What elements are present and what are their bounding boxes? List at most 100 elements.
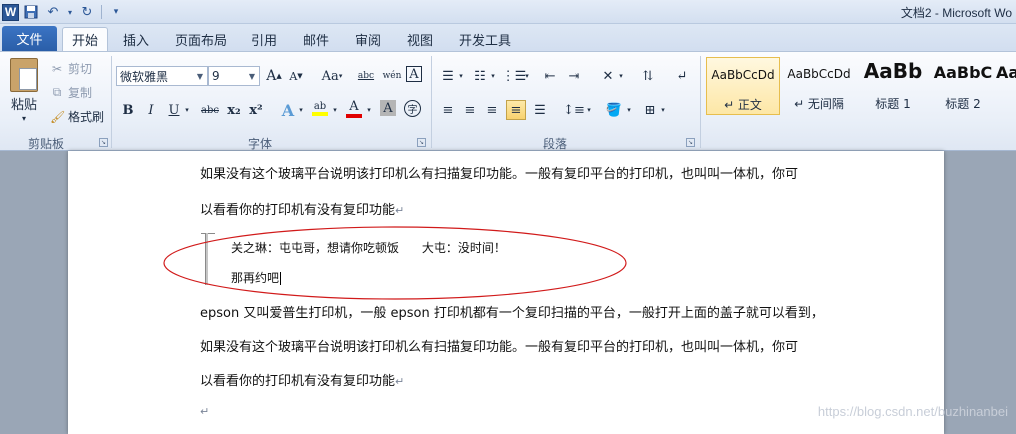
align-right-icon[interactable]: ≡ bbox=[482, 100, 502, 120]
font-group-label: 字体 bbox=[247, 137, 272, 151]
cut-button[interactable]: ✂ 剪切 bbox=[50, 60, 92, 77]
subscript-button[interactable]: x₂ bbox=[224, 100, 244, 120]
change-case-label: Aa bbox=[321, 68, 339, 84]
line-text: 如果没有这个玻璃平台说明该打印机么有扫描复印功能。一般有复印平台的打印机，也叫叫… bbox=[200, 167, 799, 182]
borders-dropdown-icon[interactable]: ▾ bbox=[658, 100, 668, 120]
tab-home[interactable]: 开始 bbox=[62, 27, 108, 51]
tab-review[interactable]: 审阅 bbox=[350, 27, 386, 51]
style-name: ↵ 无间隔 bbox=[794, 97, 844, 111]
copy-button[interactable]: ⧉ 复制 bbox=[50, 84, 92, 101]
font-name-combo[interactable]: 微软雅黑 ▼ bbox=[116, 66, 208, 86]
line-text: 如果没有这个玻璃平台说明该打印机么有扫描复印功能。一般有复印平台的打印机，也叫叫… bbox=[200, 340, 799, 355]
undo-icon[interactable]: ↶ bbox=[43, 3, 63, 21]
paragraph-line[interactable]: 如果没有这个玻璃平台说明该打印机么有扫描复印功能。一般有复印平台的打印机，也叫叫… bbox=[200, 336, 798, 355]
align-center-icon[interactable]: ≡ bbox=[460, 100, 480, 120]
strikethrough-button[interactable]: abc bbox=[198, 100, 222, 120]
phonetic-guide-button[interactable]: wén bbox=[382, 66, 402, 86]
paragraph-line[interactable]: 如果没有这个玻璃平台说明该打印机么有扫描复印功能。一般有复印平台的打印机，也叫叫… bbox=[200, 163, 798, 182]
style-heading-2[interactable]: AaBbC 标题 2 bbox=[926, 57, 1000, 115]
paragraph-group-label: 段落 bbox=[542, 137, 567, 151]
distributed-icon[interactable]: ☰ bbox=[530, 100, 550, 120]
superscript-label: x² bbox=[249, 102, 263, 118]
font-launcher-icon[interactable]: ↘ bbox=[417, 138, 426, 147]
tab-page-layout[interactable]: 页面布局 bbox=[170, 27, 232, 51]
paste-dropdown-icon[interactable]: ▾ bbox=[18, 112, 30, 124]
save-icon[interactable] bbox=[21, 3, 41, 21]
borders-icon[interactable]: ⊞ bbox=[640, 100, 660, 120]
phonetic-guide-label: wén bbox=[382, 71, 402, 81]
tab-view[interactable]: 视图 bbox=[402, 27, 438, 51]
redo-icon[interactable]: ↻ bbox=[77, 3, 97, 21]
enclose-characters-button[interactable]: 字 bbox=[404, 100, 421, 117]
font-size-combo[interactable]: 9 ▼ bbox=[208, 66, 260, 86]
font-color-bar bbox=[346, 113, 362, 118]
group-separator bbox=[431, 56, 432, 148]
style-sample: AaBbC bbox=[933, 63, 993, 82]
italic-button[interactable]: I bbox=[141, 100, 161, 120]
clipboard-launcher-icon[interactable]: ↘ bbox=[99, 138, 108, 147]
brush-icon: 🖌 bbox=[50, 109, 66, 124]
style-no-spacing[interactable]: AaBbCcDd ↵ 无间隔 bbox=[782, 57, 856, 115]
paragraph-line[interactable]: 以看看你的打印机有没有复印功能↵ bbox=[200, 370, 404, 389]
style-normal[interactable]: AaBbCcDd ↵ 正文 bbox=[706, 57, 780, 115]
qat-dropdown-icon[interactable]: ▾ bbox=[65, 3, 75, 21]
change-case-button[interactable]: Aa ▾ bbox=[318, 66, 346, 86]
annotation-ellipse bbox=[163, 226, 627, 300]
qat-separator bbox=[101, 5, 102, 19]
tab-file[interactable]: 文件 bbox=[2, 26, 57, 51]
character-border-button[interactable]: A bbox=[406, 66, 422, 82]
underline-dropdown-icon[interactable]: ▾ bbox=[182, 100, 192, 120]
superscript-button[interactable]: x² bbox=[246, 100, 266, 120]
chinese-layout-icon[interactable]: ✕ bbox=[598, 66, 618, 86]
line-spacing-icon[interactable]: ↕≡ bbox=[563, 100, 585, 120]
tab-developer[interactable]: 开发工具 bbox=[452, 27, 518, 51]
multilevel-list-dropdown-icon[interactable]: ▾ bbox=[522, 66, 532, 86]
word-logo-icon[interactable]: W bbox=[2, 3, 19, 21]
chevron-down-icon[interactable]: ▼ bbox=[194, 68, 206, 84]
paragraph-line[interactable]: epson 又叫爱普生打印机，一般 epson 打印机都有一个复印扫描的平台，一… bbox=[200, 302, 824, 321]
style-heading-1[interactable]: AaBb 标题 1 bbox=[856, 57, 930, 115]
clear-format-button[interactable]: abc bbox=[356, 66, 376, 86]
font-color-button[interactable]: A bbox=[344, 98, 364, 118]
chinese-layout-dropdown-icon[interactable]: ▾ bbox=[616, 66, 626, 86]
align-left-icon[interactable]: ≡ bbox=[438, 100, 458, 120]
tab-insert[interactable]: 插入 bbox=[116, 27, 156, 51]
bold-button[interactable]: B bbox=[118, 100, 138, 120]
shading-dropdown-icon[interactable]: ▾ bbox=[624, 100, 634, 120]
window-title: 文档2 - Microsoft Wo bbox=[900, 6, 1012, 20]
multilevel-list-icon[interactable]: ⋮☰ bbox=[502, 66, 527, 86]
tab-mailings[interactable]: 邮件 bbox=[298, 27, 334, 51]
underline-button[interactable]: U bbox=[164, 100, 184, 120]
highlight-dropdown-icon[interactable]: ▾ bbox=[330, 100, 340, 120]
highlight-button[interactable]: ab bbox=[310, 98, 330, 118]
tab-references[interactable]: 引用 bbox=[246, 27, 282, 51]
paragraph-line[interactable]: 以看看你的打印机有没有复印功能↵ bbox=[200, 199, 404, 218]
styles-gallery: AaBbCcDd ↵ 正文 AaBbCcDd ↵ 无间隔 AaBb 标题 1 A… bbox=[704, 57, 1016, 131]
text-effects-dropdown-icon[interactable]: ▾ bbox=[296, 100, 306, 120]
paragraph-line[interactable]: ↵ bbox=[200, 404, 209, 419]
customize-icon[interactable]: ▾ bbox=[106, 3, 126, 21]
justify-icon[interactable]: ≡ bbox=[506, 100, 526, 120]
shading-bucket-icon[interactable]: 🪣 bbox=[604, 100, 624, 120]
grow-font-button[interactable]: A ▲ bbox=[264, 66, 284, 86]
increase-indent-icon[interactable]: ⇥ bbox=[564, 66, 584, 86]
shrink-font-button[interactable]: A ▼ bbox=[286, 66, 306, 86]
paste-button[interactable]: 粘贴 bbox=[8, 94, 40, 113]
format-painter-button[interactable]: 🖌 格式刷 bbox=[50, 108, 104, 125]
bullets-icon[interactable]: ☰ bbox=[438, 66, 458, 86]
style-sample: AaBb bbox=[863, 59, 923, 83]
numbering-icon[interactable]: ☷ bbox=[470, 66, 490, 86]
style-more[interactable]: Aa bbox=[996, 57, 1016, 115]
character-shading-button[interactable]: A bbox=[380, 100, 396, 116]
decrease-indent-icon[interactable]: ⇤ bbox=[540, 66, 560, 86]
bullets-dropdown-icon[interactable]: ▾ bbox=[456, 66, 466, 86]
sort-icon[interactable]: ⇅ bbox=[638, 66, 658, 86]
show-marks-icon[interactable]: ↵ bbox=[672, 66, 692, 86]
paragraph-launcher-icon[interactable]: ↘ bbox=[686, 138, 695, 147]
line-spacing-dropdown-icon[interactable]: ▾ bbox=[584, 100, 594, 120]
font-color-dropdown-icon[interactable]: ▾ bbox=[364, 100, 374, 120]
paste-icon[interactable] bbox=[10, 58, 38, 92]
text-effects-button[interactable]: A bbox=[278, 100, 298, 120]
numbering-dropdown-icon[interactable]: ▾ bbox=[488, 66, 498, 86]
chevron-down-icon[interactable]: ▼ bbox=[246, 68, 258, 84]
